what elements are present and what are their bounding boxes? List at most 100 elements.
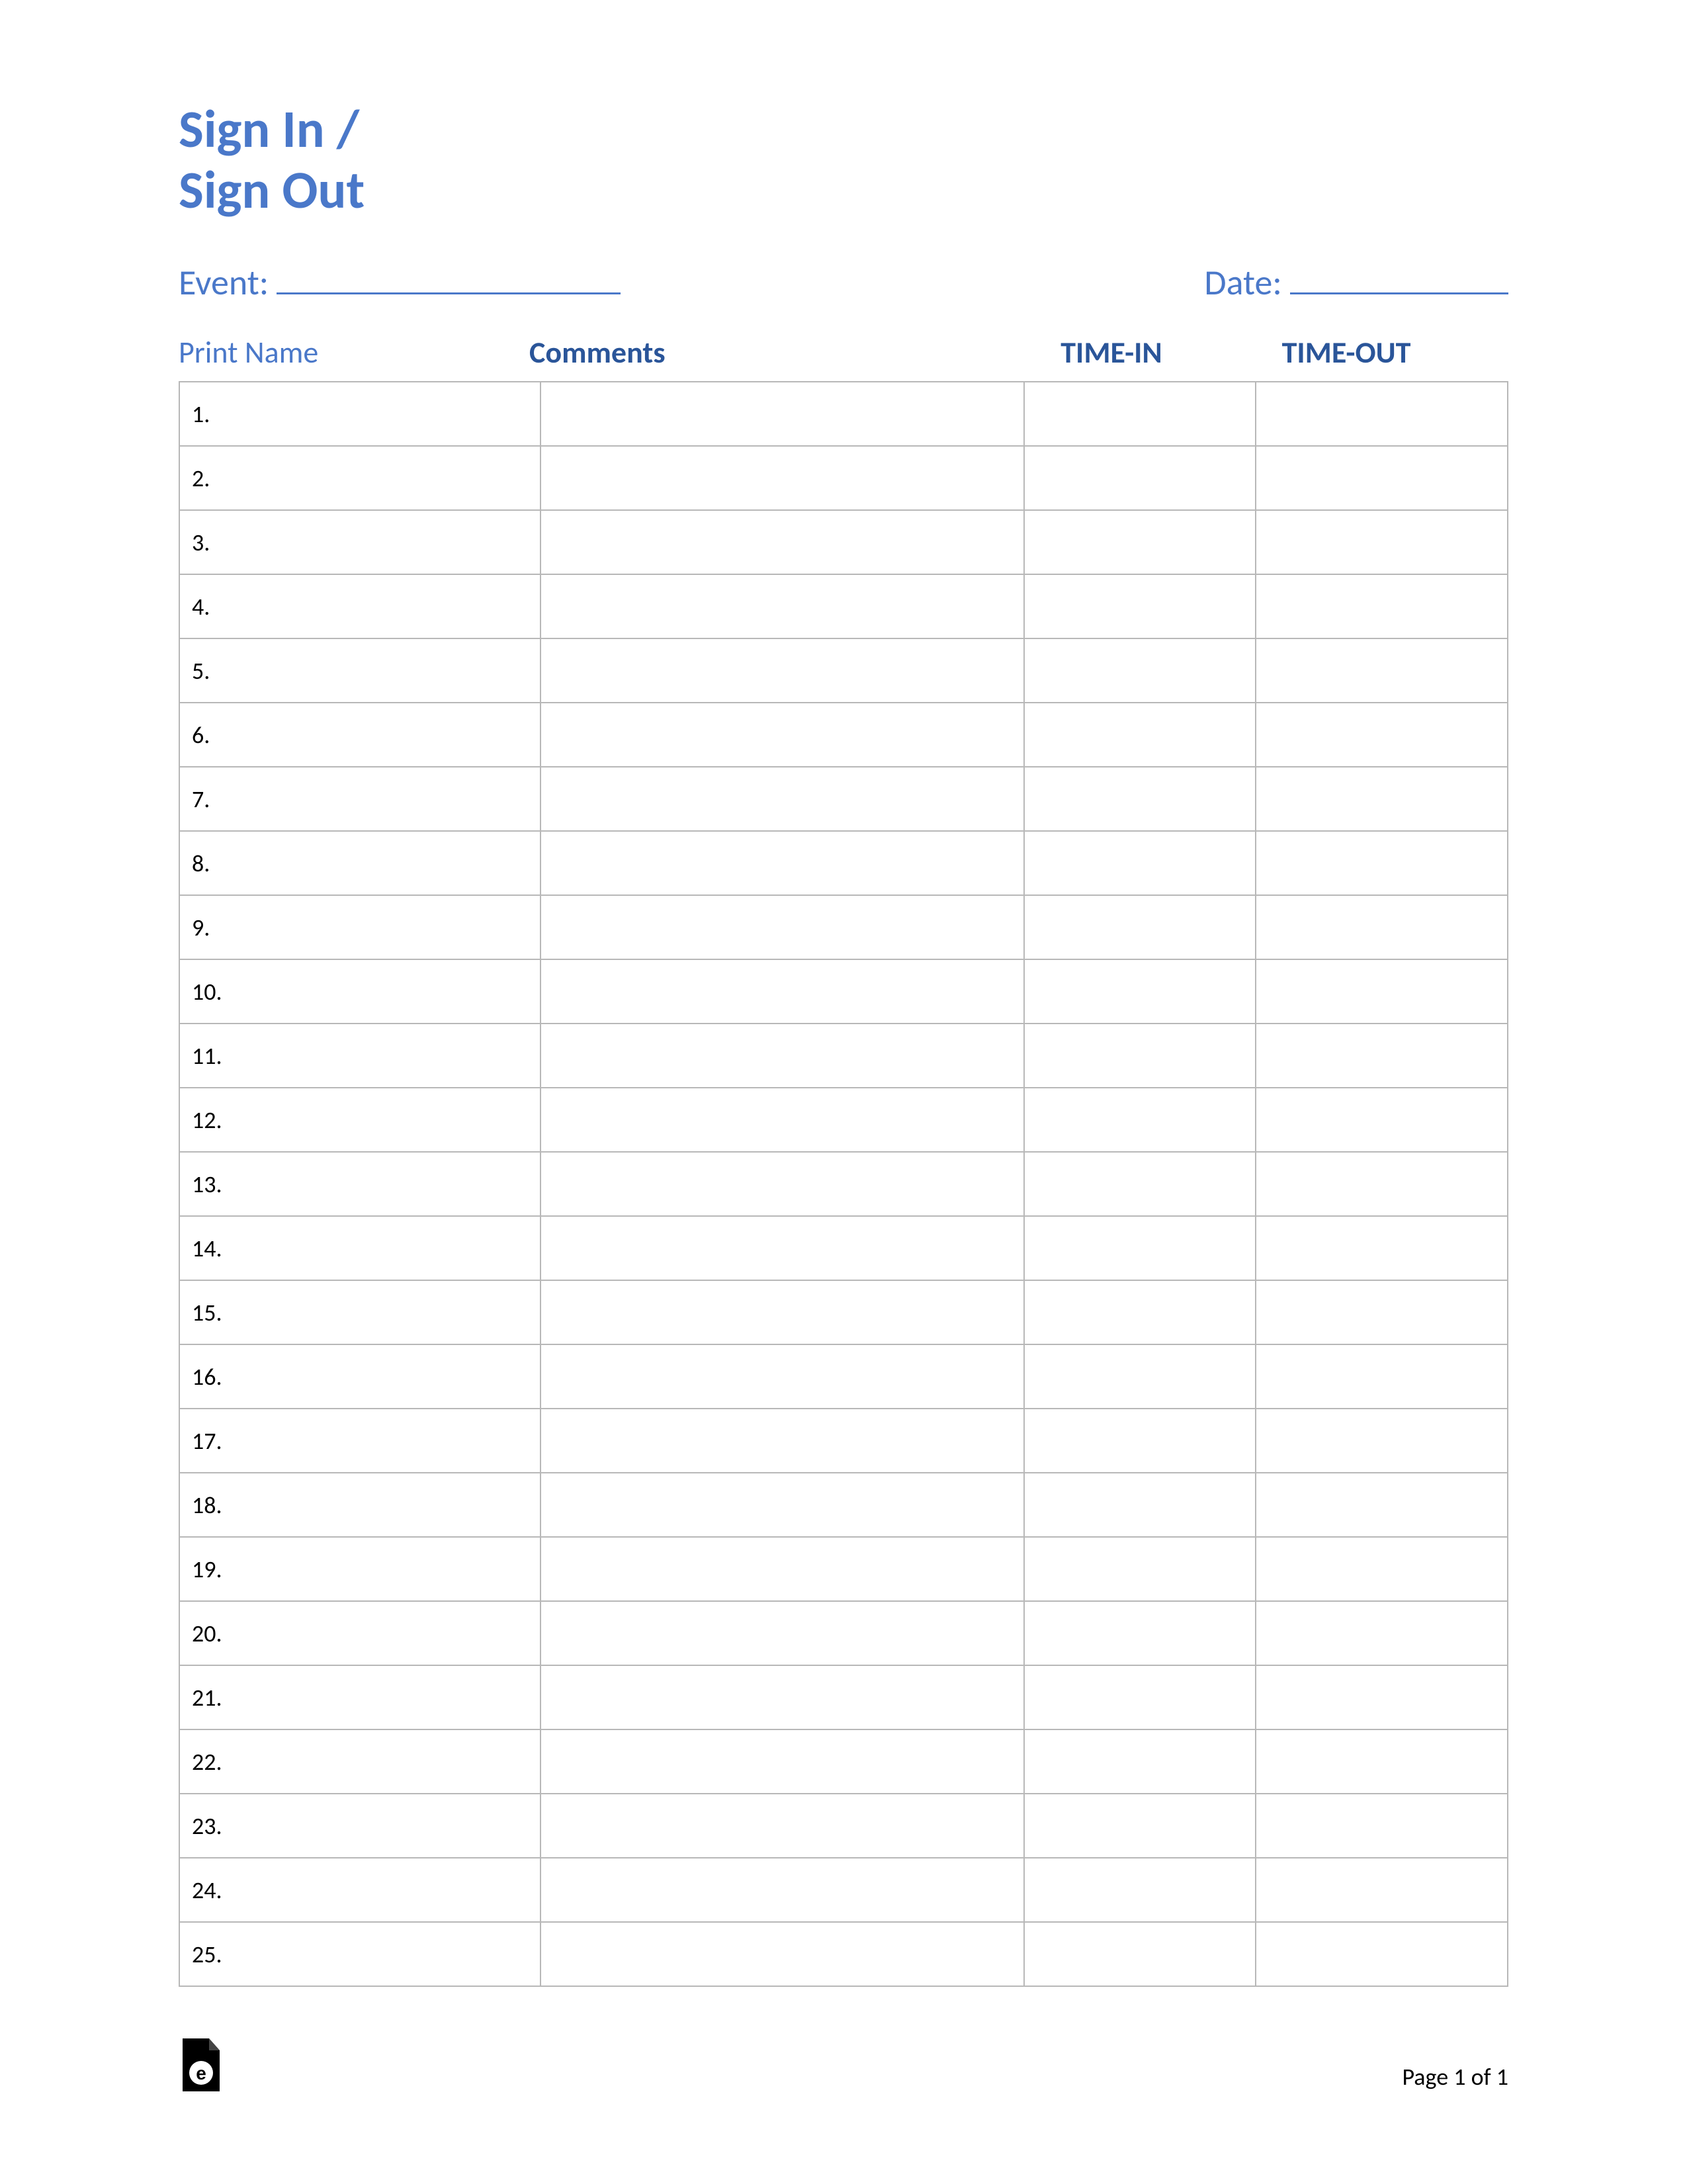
cell-comments[interactable] [541,831,1024,895]
cell-print-name[interactable]: 12. [179,1088,541,1152]
cell-print-name[interactable]: 4. [179,574,541,638]
cell-time-out[interactable] [1256,574,1508,638]
cell-print-name[interactable]: 18. [179,1473,541,1537]
cell-time-in[interactable] [1024,959,1256,1024]
cell-time-out[interactable] [1256,382,1508,446]
cell-print-name[interactable]: 10. [179,959,541,1024]
cell-time-in[interactable] [1024,767,1256,831]
cell-print-name[interactable]: 11. [179,1024,541,1088]
cell-comments[interactable] [541,1473,1024,1537]
cell-comments[interactable] [541,1601,1024,1665]
cell-comments[interactable] [541,510,1024,574]
cell-time-out[interactable] [1256,831,1508,895]
cell-comments[interactable] [541,446,1024,510]
cell-print-name[interactable]: 9. [179,895,541,959]
cell-print-name[interactable]: 21. [179,1665,541,1729]
cell-time-in[interactable] [1024,1922,1256,1986]
event-blank-line[interactable] [277,262,621,294]
cell-time-in[interactable] [1024,1473,1256,1537]
cell-time-out[interactable] [1256,446,1508,510]
cell-time-out[interactable] [1256,703,1508,767]
cell-time-out[interactable] [1256,1922,1508,1986]
cell-print-name[interactable]: 16. [179,1344,541,1409]
cell-time-in[interactable] [1024,446,1256,510]
event-field[interactable]: Event: [179,261,621,304]
cell-time-out[interactable] [1256,1024,1508,1088]
cell-time-out[interactable] [1256,1088,1508,1152]
cell-time-in[interactable] [1024,1344,1256,1409]
cell-comments[interactable] [541,574,1024,638]
cell-print-name[interactable]: 19. [179,1537,541,1601]
cell-comments[interactable] [541,1665,1024,1729]
cell-comments[interactable] [541,1858,1024,1922]
cell-print-name[interactable]: 8. [179,831,541,895]
cell-time-out[interactable] [1256,1537,1508,1601]
date-blank-line[interactable] [1290,262,1508,294]
cell-comments[interactable] [541,895,1024,959]
cell-print-name[interactable]: 20. [179,1601,541,1665]
cell-time-in[interactable] [1024,831,1256,895]
cell-print-name[interactable]: 6. [179,703,541,767]
cell-comments[interactable] [541,1794,1024,1858]
cell-time-out[interactable] [1256,1152,1508,1216]
cell-comments[interactable] [541,959,1024,1024]
cell-time-in[interactable] [1024,1537,1256,1601]
cell-print-name[interactable]: 3. [179,510,541,574]
cell-comments[interactable] [541,638,1024,703]
cell-time-out[interactable] [1256,1794,1508,1858]
cell-print-name[interactable]: 5. [179,638,541,703]
cell-time-in[interactable] [1024,1216,1256,1280]
cell-time-out[interactable] [1256,1344,1508,1409]
date-field[interactable]: Date: [1204,261,1508,304]
cell-time-out[interactable] [1256,1729,1508,1794]
cell-time-out[interactable] [1256,1280,1508,1344]
cell-time-out[interactable] [1256,767,1508,831]
cell-time-in[interactable] [1024,1280,1256,1344]
cell-time-in[interactable] [1024,1858,1256,1922]
cell-time-out[interactable] [1256,1473,1508,1537]
cell-print-name[interactable]: 24. [179,1858,541,1922]
cell-time-out[interactable] [1256,510,1508,574]
cell-comments[interactable] [541,703,1024,767]
cell-print-name[interactable]: 15. [179,1280,541,1344]
cell-time-in[interactable] [1024,1024,1256,1088]
cell-comments[interactable] [541,1088,1024,1152]
cell-time-in[interactable] [1024,703,1256,767]
cell-comments[interactable] [541,1729,1024,1794]
cell-print-name[interactable]: 7. [179,767,541,831]
cell-comments[interactable] [541,1409,1024,1473]
cell-print-name[interactable]: 22. [179,1729,541,1794]
cell-time-out[interactable] [1256,1665,1508,1729]
cell-time-in[interactable] [1024,1794,1256,1858]
cell-comments[interactable] [541,1537,1024,1601]
cell-time-in[interactable] [1024,638,1256,703]
cell-time-out[interactable] [1256,959,1508,1024]
cell-time-out[interactable] [1256,638,1508,703]
cell-time-in[interactable] [1024,510,1256,574]
cell-comments[interactable] [541,1152,1024,1216]
cell-comments[interactable] [541,1216,1024,1280]
cell-comments[interactable] [541,767,1024,831]
cell-time-in[interactable] [1024,1409,1256,1473]
cell-print-name[interactable]: 25. [179,1922,541,1986]
cell-print-name[interactable]: 17. [179,1409,541,1473]
cell-print-name[interactable]: 14. [179,1216,541,1280]
cell-time-out[interactable] [1256,1858,1508,1922]
cell-time-in[interactable] [1024,895,1256,959]
cell-time-in[interactable] [1024,1088,1256,1152]
cell-time-in[interactable] [1024,382,1256,446]
cell-time-in[interactable] [1024,1601,1256,1665]
cell-print-name[interactable]: 1. [179,382,541,446]
cell-comments[interactable] [541,1922,1024,1986]
cell-comments[interactable] [541,1280,1024,1344]
cell-time-in[interactable] [1024,1729,1256,1794]
cell-comments[interactable] [541,1024,1024,1088]
cell-time-out[interactable] [1256,1601,1508,1665]
cell-time-in[interactable] [1024,1665,1256,1729]
cell-print-name[interactable]: 23. [179,1794,541,1858]
cell-time-out[interactable] [1256,895,1508,959]
cell-time-out[interactable] [1256,1216,1508,1280]
cell-print-name[interactable]: 2. [179,446,541,510]
cell-time-in[interactable] [1024,1152,1256,1216]
cell-comments[interactable] [541,1344,1024,1409]
